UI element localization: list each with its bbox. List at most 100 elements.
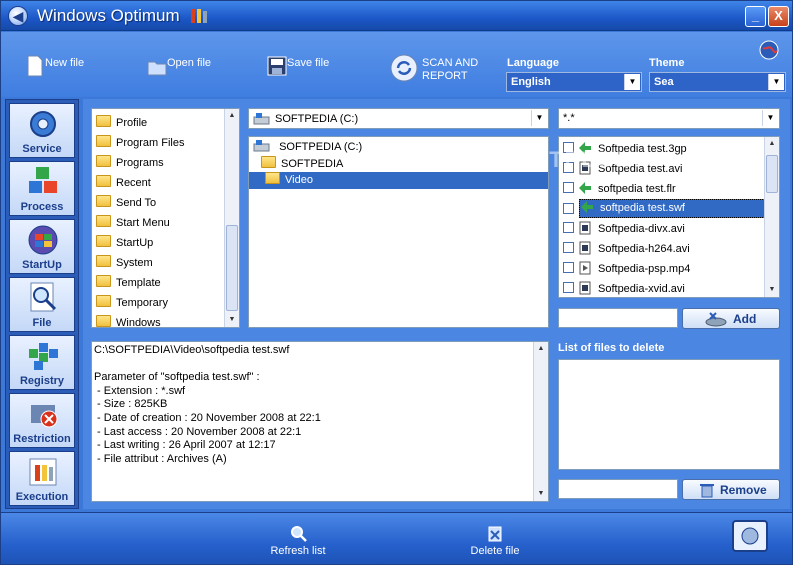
scrollbar[interactable]: ▲ ▼ bbox=[224, 109, 239, 327]
chevron-down-icon[interactable]: ▼ bbox=[531, 110, 547, 126]
list-item[interactable]: Start Menu bbox=[96, 215, 170, 235]
folder-icon bbox=[96, 295, 111, 307]
remove-label: Remove bbox=[720, 483, 767, 497]
checkbox[interactable] bbox=[563, 282, 574, 293]
open-file-label: Open file bbox=[167, 57, 212, 69]
sidebar-item-label: StartUp bbox=[22, 259, 62, 271]
folder-open-icon bbox=[265, 172, 280, 184]
checkbox[interactable] bbox=[563, 222, 574, 233]
drive-icon bbox=[253, 113, 270, 125]
list-item[interactable]: Recent bbox=[96, 175, 151, 195]
add-file-input[interactable] bbox=[558, 308, 678, 328]
app-window: ◀ Windows Optimum _ X New file Open file… bbox=[0, 0, 793, 565]
drive-select[interactable]: SOFTPEDIA (C:) ▼ bbox=[248, 108, 549, 129]
list-item[interactable]: Softpedia-psp.mp4 bbox=[563, 261, 690, 281]
list-item[interactable]: Softpedia-h264.avi bbox=[563, 241, 690, 261]
file-arrow-icon bbox=[581, 201, 593, 213]
scroll-up-icon[interactable]: ▲ bbox=[225, 109, 239, 123]
add-disk-icon bbox=[705, 312, 727, 327]
checkbox[interactable] bbox=[563, 203, 574, 214]
file-arrow-icon bbox=[579, 182, 591, 194]
folder-icon bbox=[96, 235, 111, 247]
delete-file-icon bbox=[488, 526, 502, 542]
add-button[interactable]: Add bbox=[682, 308, 780, 329]
remove-file-input[interactable] bbox=[558, 479, 678, 499]
sidebar-item-service[interactable]: Service bbox=[9, 103, 75, 158]
back-button[interactable]: ◀ bbox=[8, 6, 28, 26]
new-file-label: New file bbox=[45, 57, 85, 69]
list-item[interactable]: Send To bbox=[96, 195, 156, 215]
save-file-label: Save file bbox=[287, 57, 330, 69]
list-item[interactable]: softpedia test.flr bbox=[563, 181, 676, 201]
scan-report-button[interactable]: SCAN AND REPORT bbox=[390, 54, 490, 84]
scroll-down-icon[interactable]: ▼ bbox=[225, 313, 239, 327]
theme-label: Theme bbox=[649, 57, 685, 69]
language-select[interactable]: English ▼ bbox=[506, 72, 642, 92]
refresh-list-button[interactable]: Refresh list bbox=[267, 525, 329, 557]
sidebar-item-process[interactable]: Process bbox=[9, 161, 75, 216]
scan-refresh-icon bbox=[390, 54, 418, 82]
chevron-down-icon[interactable]: ▼ bbox=[762, 110, 778, 126]
list-item[interactable]: System bbox=[96, 255, 153, 275]
scroll-up-icon[interactable]: ▲ bbox=[534, 342, 548, 356]
sidebar-item-file[interactable]: File bbox=[9, 277, 75, 332]
list-item[interactable]: Program Files bbox=[96, 135, 184, 155]
list-item[interactable]: Temporary bbox=[96, 295, 168, 315]
sidebar-item-restriction[interactable]: Restriction bbox=[9, 393, 75, 448]
save-file-button[interactable]: Save file bbox=[267, 54, 357, 84]
list-item[interactable]: Template bbox=[96, 275, 161, 295]
floppy-icon bbox=[267, 56, 287, 76]
chevron-down-icon[interactable]: ▼ bbox=[624, 74, 640, 90]
list-item[interactable]: Profile bbox=[96, 115, 147, 135]
globe-icon[interactable] bbox=[759, 40, 779, 60]
list-item-selected[interactable]: softpedia test.swf bbox=[579, 199, 765, 218]
checkbox[interactable] bbox=[563, 262, 574, 273]
folder-icon bbox=[96, 175, 111, 187]
file-info-panel[interactable]: C:\SOFTPEDIA\Video\softpedia test.swf Pa… bbox=[91, 341, 549, 502]
checkbox[interactable] bbox=[563, 182, 574, 193]
new-file-icon bbox=[27, 55, 43, 77]
tree-item-video[interactable]: Video bbox=[249, 172, 548, 189]
scrollbar[interactable]: ▲ ▼ bbox=[533, 342, 548, 501]
minimize-button[interactable]: _ bbox=[745, 6, 766, 27]
cubes-icon bbox=[29, 167, 57, 193]
scroll-down-icon[interactable]: ▼ bbox=[765, 283, 779, 297]
footer-bar: Refresh list Delete file bbox=[1, 512, 792, 564]
language-label: Language bbox=[507, 57, 559, 69]
video-file-icon bbox=[579, 281, 591, 295]
list-item[interactable]: Windows bbox=[96, 315, 161, 327]
close-button[interactable]: X bbox=[768, 6, 789, 27]
scan-report-label-1: SCAN AND bbox=[422, 57, 479, 69]
sidebar-item-label: File bbox=[32, 317, 52, 329]
scroll-thumb[interactable] bbox=[766, 155, 778, 193]
list-item[interactable]: StartUp bbox=[96, 235, 153, 255]
open-file-button[interactable]: Open file bbox=[147, 54, 237, 84]
sidebar-item-execution[interactable]: Execution bbox=[9, 451, 75, 506]
scroll-down-icon[interactable]: ▼ bbox=[534, 487, 548, 501]
param-date-creation: - Date of creation : 20 November 2008 at… bbox=[94, 411, 321, 424]
title-bar[interactable]: ◀ Windows Optimum _ X bbox=[1, 1, 792, 31]
list-item[interactable]: Programs bbox=[96, 155, 164, 175]
remove-button[interactable]: Remove bbox=[682, 479, 780, 500]
list-item[interactable]: Softpedia-divx.avi bbox=[563, 221, 685, 241]
folder-icon bbox=[96, 155, 111, 167]
scroll-thumb[interactable] bbox=[226, 225, 238, 311]
new-file-button[interactable]: New file bbox=[25, 54, 115, 84]
delete-file-button[interactable]: Delete file bbox=[466, 525, 524, 557]
theme-select[interactable]: Sea ▼ bbox=[649, 72, 786, 92]
param-last-access: - Last access : 20 November 2008 at 22:1 bbox=[94, 425, 302, 438]
sidebar-item-registry[interactable]: Registry bbox=[9, 335, 75, 390]
file-filter-select[interactable]: *.* ▼ bbox=[558, 108, 780, 129]
scroll-up-icon[interactable]: ▲ bbox=[765, 137, 779, 151]
toolbar: New file Open file Save file SCAN AND RE… bbox=[1, 32, 792, 97]
delete-list[interactable] bbox=[558, 359, 780, 470]
special-folders-list[interactable]: Profile Program Files Programs Recent Se… bbox=[91, 108, 240, 328]
sidebar-item-startup[interactable]: StartUp bbox=[9, 219, 75, 274]
chevron-down-icon[interactable]: ▼ bbox=[768, 74, 784, 90]
sidebar-item-label: Service bbox=[22, 143, 62, 155]
open-folder-icon bbox=[147, 61, 167, 76]
param-extension: - Extension : *.swf bbox=[94, 384, 186, 397]
list-item[interactable]: Softpedia-xvid.avi bbox=[563, 281, 685, 297]
checkbox[interactable] bbox=[563, 242, 574, 253]
scrollbar[interactable]: ▲ ▼ bbox=[764, 137, 779, 297]
